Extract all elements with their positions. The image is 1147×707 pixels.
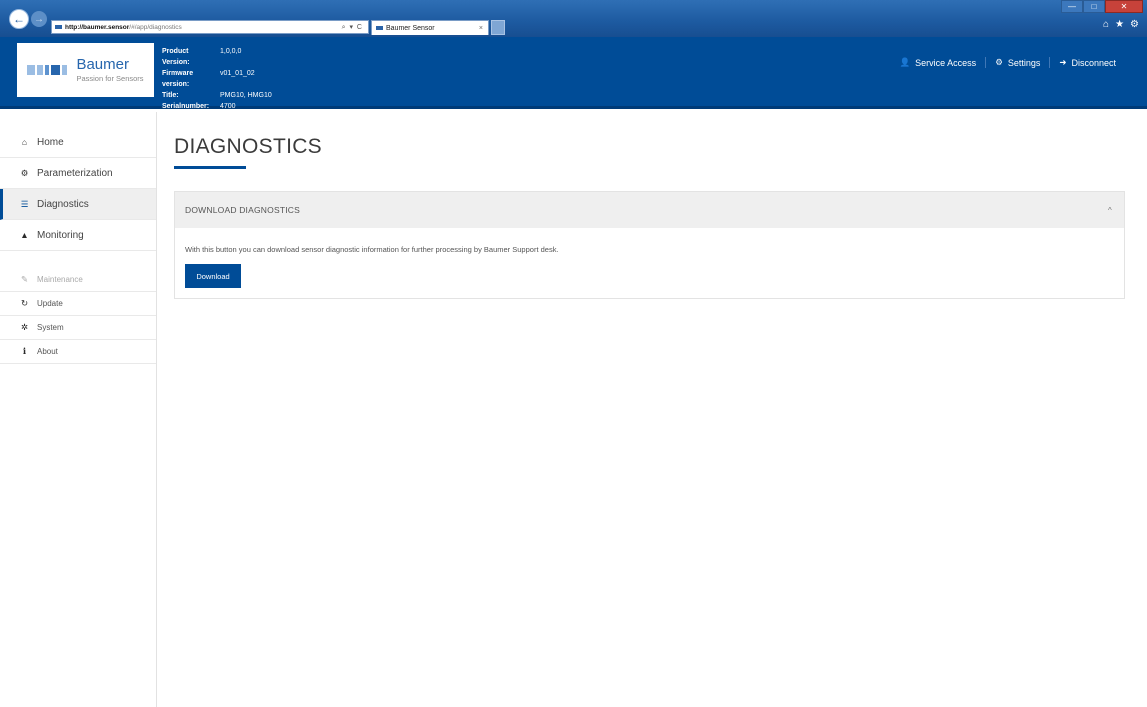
browser-chrome: ← → http://baumer.sensor /#/app/diagnost… <box>0 0 1147 37</box>
chevron-up-icon[interactable]: ^ <box>1108 206 1112 215</box>
close-window-button[interactable]: ✕ <box>1105 0 1143 13</box>
page-title: DIAGNOSTICS <box>174 135 322 158</box>
info-icon: ℹ <box>22 346 27 356</box>
user-icon: 👤 <box>899 57 911 67</box>
back-button[interactable]: ← <box>9 9 29 29</box>
sidebar-item-label: About <box>37 347 58 356</box>
app-header: Baumer Passion for Sensors Product Versi… <box>0 37 1147 112</box>
address-search-refresh-icons[interactable]: ⌕ ▾ C <box>342 23 363 32</box>
header-actions: 👤 Service Access ⚙ Settings ➜ Disconnect <box>891 57 1125 68</box>
home-icon: ⌂ <box>21 137 28 147</box>
favorites-star-icon[interactable]: ★ <box>1115 19 1124 30</box>
sidebar-item-label: System <box>37 323 64 332</box>
tab-title: Baumer Sensor <box>386 24 435 32</box>
brand-name: Baumer <box>76 56 129 74</box>
download-diagnostics-panel: DOWNLOAD DIAGNOSTICS ^ With this button … <box>174 191 1125 299</box>
info-row-firmware-version: Firmware version: v01_01_02 <box>162 68 272 90</box>
panel-heading: DOWNLOAD DIAGNOSTICS <box>185 205 300 215</box>
info-key: Product Version: <box>162 48 190 66</box>
sidebar-item-system[interactable]: ✲ System <box>0 316 156 340</box>
settings-link[interactable]: ⚙ Settings <box>985 57 1049 68</box>
disconnect-link[interactable]: ➜ Disconnect <box>1049 57 1125 68</box>
area-chart-icon: ▲ <box>20 230 29 240</box>
sidebar-item-diagnostics[interactable]: ☰ Diagnostics <box>0 189 156 220</box>
sidebar-item-label: Maintenance <box>37 275 83 284</box>
sidebar-item-label: Diagnostics <box>37 198 89 210</box>
site-favicon-icon <box>55 25 62 29</box>
browser-toolbar-icons: ⌂ ★ ⚙ <box>1103 19 1139 30</box>
new-tab-button[interactable] <box>491 20 505 35</box>
home-page-icon[interactable]: ⌂ <box>1103 19 1109 30</box>
sidebar-nav: ⌂ Home ⚙ Parameterization ☰ Diagnostics … <box>0 112 157 707</box>
cogs-icon: ✲ <box>20 322 29 332</box>
tools-gear-icon[interactable]: ⚙ <box>1130 19 1139 30</box>
info-value: 4700 <box>220 103 236 110</box>
panel-header[interactable]: DOWNLOAD DIAGNOSTICS ^ <box>175 192 1124 228</box>
info-row-serialnumber: Serialnumber: 4700 <box>162 101 272 112</box>
device-info: Product Version: 1,0,0,0 Firmware versio… <box>162 46 272 112</box>
settings-label: Settings <box>1007 57 1041 68</box>
browser-tab[interactable]: Baumer Sensor × <box>371 20 489 35</box>
refresh-icon: ↻ <box>20 298 29 308</box>
info-row-title: Title: PMG10, HMG10 <box>162 90 272 101</box>
sidebar-item-monitoring[interactable]: ▲ Monitoring <box>0 220 156 251</box>
minimize-button[interactable]: — <box>1061 0 1083 13</box>
info-key: Title: <box>162 92 179 99</box>
sidebar-item-parameterization[interactable]: ⚙ Parameterization <box>0 158 156 189</box>
list-icon: ☰ <box>20 198 29 209</box>
sidebar-item-about[interactable]: ℹ About <box>0 340 156 364</box>
brand-tagline: Passion for Sensors <box>76 74 144 84</box>
sidebar-item-label: Parameterization <box>37 167 113 179</box>
disconnect-label: Disconnect <box>1071 57 1116 68</box>
forward-button[interactable]: → <box>31 11 47 27</box>
gear-icon: ⚙ <box>995 57 1003 67</box>
panel-description: With this button you can download sensor… <box>185 245 559 254</box>
tab-favicon-icon <box>376 26 383 30</box>
sidebar-item-maintenance: ✎ Maintenance <box>0 268 156 292</box>
gears-icon: ⚙ <box>20 167 29 178</box>
download-button[interactable]: Download <box>185 264 241 288</box>
info-value: PMG10, HMG10 <box>220 92 272 99</box>
url-host: http://baumer.sensor <box>65 23 130 31</box>
sign-out-icon: ➜ <box>1059 57 1067 67</box>
info-key: Serialnumber: <box>162 103 210 110</box>
sidebar-item-label: Home <box>37 136 64 148</box>
info-value: v01_01_02 <box>220 70 255 77</box>
title-underline <box>174 166 246 169</box>
url-path: /#/app/diagnostics <box>129 23 182 31</box>
baumer-logo-mark-icon <box>27 65 68 75</box>
maximize-button[interactable]: □ <box>1083 0 1105 13</box>
sidebar-item-label: Monitoring <box>37 229 84 241</box>
service-access-label: Service Access <box>915 57 977 68</box>
info-key: Firmware version: <box>162 70 194 88</box>
tab-close-icon[interactable]: × <box>479 25 483 32</box>
info-value: 1,0,0,0 <box>220 48 242 55</box>
address-bar[interactable]: http://baumer.sensor /#/app/diagnostics … <box>51 20 369 34</box>
info-row-product-version: Product Version: 1,0,0,0 <box>162 46 272 68</box>
brand-logo[interactable]: Baumer Passion for Sensors <box>17 43 154 97</box>
sidebar-item-label: Update <box>37 299 63 308</box>
sidebar-item-home[interactable]: ⌂ Home <box>0 127 156 158</box>
sidebar-item-update[interactable]: ↻ Update <box>0 292 156 316</box>
window-controls: — □ ✕ <box>1061 0 1143 13</box>
wrench-icon: ✎ <box>20 274 29 284</box>
service-access-link[interactable]: 👤 Service Access <box>891 57 986 68</box>
